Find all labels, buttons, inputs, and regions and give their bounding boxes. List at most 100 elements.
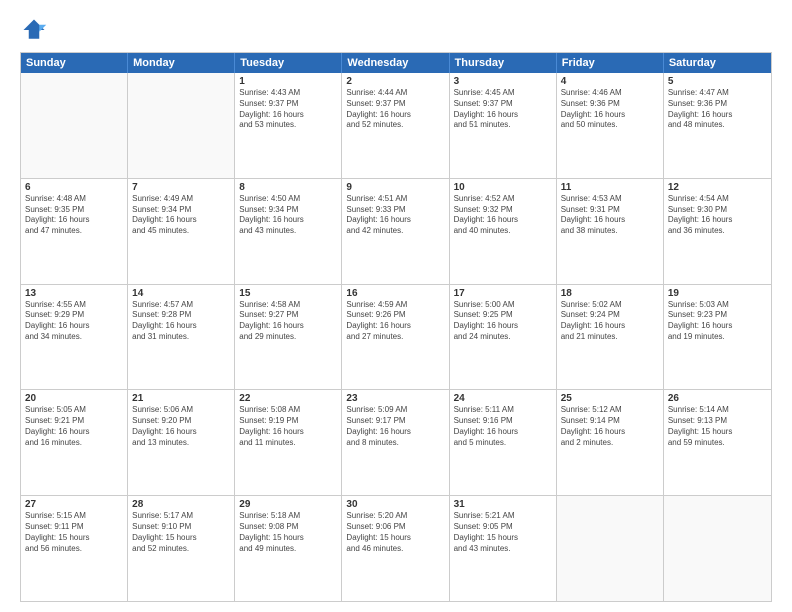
day-cell-19: 19Sunrise: 5:03 AM Sunset: 9:23 PM Dayli… xyxy=(664,285,771,390)
day-number: 8 xyxy=(239,182,337,193)
day-info: Sunrise: 4:44 AM Sunset: 9:37 PM Dayligh… xyxy=(346,88,444,131)
day-info: Sunrise: 4:59 AM Sunset: 9:26 PM Dayligh… xyxy=(346,300,444,343)
day-number: 12 xyxy=(668,182,767,193)
day-cell-31: 31Sunrise: 5:21 AM Sunset: 9:05 PM Dayli… xyxy=(450,496,557,601)
day-cell-5: 5Sunrise: 4:47 AM Sunset: 9:36 PM Daylig… xyxy=(664,73,771,178)
day-number: 25 xyxy=(561,393,659,404)
day-cell-17: 17Sunrise: 5:00 AM Sunset: 9:25 PM Dayli… xyxy=(450,285,557,390)
day-cell-13: 13Sunrise: 4:55 AM Sunset: 9:29 PM Dayli… xyxy=(21,285,128,390)
day-number: 14 xyxy=(132,288,230,299)
day-info: Sunrise: 4:48 AM Sunset: 9:35 PM Dayligh… xyxy=(25,194,123,237)
day-cell-11: 11Sunrise: 4:53 AM Sunset: 9:31 PM Dayli… xyxy=(557,179,664,284)
day-info: Sunrise: 5:14 AM Sunset: 9:13 PM Dayligh… xyxy=(668,405,767,448)
day-info: Sunrise: 4:52 AM Sunset: 9:32 PM Dayligh… xyxy=(454,194,552,237)
day-cell-24: 24Sunrise: 5:11 AM Sunset: 9:16 PM Dayli… xyxy=(450,390,557,495)
day-number: 19 xyxy=(668,288,767,299)
day-number: 26 xyxy=(668,393,767,404)
day-info: Sunrise: 4:50 AM Sunset: 9:34 PM Dayligh… xyxy=(239,194,337,237)
day-number: 30 xyxy=(346,499,444,510)
header-day-wednesday: Wednesday xyxy=(342,53,449,73)
day-info: Sunrise: 5:17 AM Sunset: 9:10 PM Dayligh… xyxy=(132,511,230,554)
day-number: 29 xyxy=(239,499,337,510)
logo xyxy=(20,16,50,44)
day-number: 21 xyxy=(132,393,230,404)
day-info: Sunrise: 5:15 AM Sunset: 9:11 PM Dayligh… xyxy=(25,511,123,554)
day-info: Sunrise: 4:49 AM Sunset: 9:34 PM Dayligh… xyxy=(132,194,230,237)
day-cell-23: 23Sunrise: 5:09 AM Sunset: 9:17 PM Dayli… xyxy=(342,390,449,495)
day-number: 7 xyxy=(132,182,230,193)
page: SundayMondayTuesdayWednesdayThursdayFrid… xyxy=(0,0,792,612)
day-cell-21: 21Sunrise: 5:06 AM Sunset: 9:20 PM Dayli… xyxy=(128,390,235,495)
day-info: Sunrise: 5:20 AM Sunset: 9:06 PM Dayligh… xyxy=(346,511,444,554)
day-cell-18: 18Sunrise: 5:02 AM Sunset: 9:24 PM Dayli… xyxy=(557,285,664,390)
day-info: Sunrise: 5:21 AM Sunset: 9:05 PM Dayligh… xyxy=(454,511,552,554)
day-info: Sunrise: 4:43 AM Sunset: 9:37 PM Dayligh… xyxy=(239,88,337,131)
day-number: 4 xyxy=(561,76,659,87)
day-info: Sunrise: 5:11 AM Sunset: 9:16 PM Dayligh… xyxy=(454,405,552,448)
calendar-body: 1Sunrise: 4:43 AM Sunset: 9:37 PM Daylig… xyxy=(21,73,771,601)
day-number: 15 xyxy=(239,288,337,299)
day-number: 20 xyxy=(25,393,123,404)
day-cell-30: 30Sunrise: 5:20 AM Sunset: 9:06 PM Dayli… xyxy=(342,496,449,601)
day-number: 17 xyxy=(454,288,552,299)
day-info: Sunrise: 4:55 AM Sunset: 9:29 PM Dayligh… xyxy=(25,300,123,343)
header-day-sunday: Sunday xyxy=(21,53,128,73)
day-info: Sunrise: 4:45 AM Sunset: 9:37 PM Dayligh… xyxy=(454,88,552,131)
empty-cell xyxy=(664,496,771,601)
day-info: Sunrise: 5:09 AM Sunset: 9:17 PM Dayligh… xyxy=(346,405,444,448)
logo-icon xyxy=(20,16,48,44)
day-number: 13 xyxy=(25,288,123,299)
day-number: 1 xyxy=(239,76,337,87)
day-cell-8: 8Sunrise: 4:50 AM Sunset: 9:34 PM Daylig… xyxy=(235,179,342,284)
day-number: 28 xyxy=(132,499,230,510)
week-row-4: 20Sunrise: 5:05 AM Sunset: 9:21 PM Dayli… xyxy=(21,390,771,496)
header-day-friday: Friday xyxy=(557,53,664,73)
day-cell-6: 6Sunrise: 4:48 AM Sunset: 9:35 PM Daylig… xyxy=(21,179,128,284)
calendar-header: SundayMondayTuesdayWednesdayThursdayFrid… xyxy=(21,53,771,73)
day-info: Sunrise: 5:12 AM Sunset: 9:14 PM Dayligh… xyxy=(561,405,659,448)
week-row-3: 13Sunrise: 4:55 AM Sunset: 9:29 PM Dayli… xyxy=(21,285,771,391)
day-number: 22 xyxy=(239,393,337,404)
day-cell-16: 16Sunrise: 4:59 AM Sunset: 9:26 PM Dayli… xyxy=(342,285,449,390)
day-info: Sunrise: 5:03 AM Sunset: 9:23 PM Dayligh… xyxy=(668,300,767,343)
day-info: Sunrise: 5:02 AM Sunset: 9:24 PM Dayligh… xyxy=(561,300,659,343)
day-cell-9: 9Sunrise: 4:51 AM Sunset: 9:33 PM Daylig… xyxy=(342,179,449,284)
day-number: 16 xyxy=(346,288,444,299)
day-number: 23 xyxy=(346,393,444,404)
day-info: Sunrise: 4:51 AM Sunset: 9:33 PM Dayligh… xyxy=(346,194,444,237)
day-number: 24 xyxy=(454,393,552,404)
header-day-saturday: Saturday xyxy=(664,53,771,73)
day-number: 9 xyxy=(346,182,444,193)
week-row-5: 27Sunrise: 5:15 AM Sunset: 9:11 PM Dayli… xyxy=(21,496,771,601)
week-row-2: 6Sunrise: 4:48 AM Sunset: 9:35 PM Daylig… xyxy=(21,179,771,285)
calendar: SundayMondayTuesdayWednesdayThursdayFrid… xyxy=(20,52,772,602)
day-cell-22: 22Sunrise: 5:08 AM Sunset: 9:19 PM Dayli… xyxy=(235,390,342,495)
day-info: Sunrise: 4:46 AM Sunset: 9:36 PM Dayligh… xyxy=(561,88,659,131)
day-cell-7: 7Sunrise: 4:49 AM Sunset: 9:34 PM Daylig… xyxy=(128,179,235,284)
day-cell-14: 14Sunrise: 4:57 AM Sunset: 9:28 PM Dayli… xyxy=(128,285,235,390)
day-cell-29: 29Sunrise: 5:18 AM Sunset: 9:08 PM Dayli… xyxy=(235,496,342,601)
day-info: Sunrise: 4:57 AM Sunset: 9:28 PM Dayligh… xyxy=(132,300,230,343)
day-cell-26: 26Sunrise: 5:14 AM Sunset: 9:13 PM Dayli… xyxy=(664,390,771,495)
day-number: 31 xyxy=(454,499,552,510)
day-info: Sunrise: 4:47 AM Sunset: 9:36 PM Dayligh… xyxy=(668,88,767,131)
week-row-1: 1Sunrise: 4:43 AM Sunset: 9:37 PM Daylig… xyxy=(21,73,771,179)
header-day-monday: Monday xyxy=(128,53,235,73)
day-cell-12: 12Sunrise: 4:54 AM Sunset: 9:30 PM Dayli… xyxy=(664,179,771,284)
header xyxy=(20,16,772,44)
empty-cell xyxy=(128,73,235,178)
day-cell-27: 27Sunrise: 5:15 AM Sunset: 9:11 PM Dayli… xyxy=(21,496,128,601)
day-cell-10: 10Sunrise: 4:52 AM Sunset: 9:32 PM Dayli… xyxy=(450,179,557,284)
day-cell-1: 1Sunrise: 4:43 AM Sunset: 9:37 PM Daylig… xyxy=(235,73,342,178)
day-info: Sunrise: 4:53 AM Sunset: 9:31 PM Dayligh… xyxy=(561,194,659,237)
day-number: 18 xyxy=(561,288,659,299)
day-number: 2 xyxy=(346,76,444,87)
day-info: Sunrise: 5:18 AM Sunset: 9:08 PM Dayligh… xyxy=(239,511,337,554)
day-cell-15: 15Sunrise: 4:58 AM Sunset: 9:27 PM Dayli… xyxy=(235,285,342,390)
day-cell-2: 2Sunrise: 4:44 AM Sunset: 9:37 PM Daylig… xyxy=(342,73,449,178)
day-number: 11 xyxy=(561,182,659,193)
day-number: 3 xyxy=(454,76,552,87)
day-number: 6 xyxy=(25,182,123,193)
empty-cell xyxy=(557,496,664,601)
day-number: 10 xyxy=(454,182,552,193)
